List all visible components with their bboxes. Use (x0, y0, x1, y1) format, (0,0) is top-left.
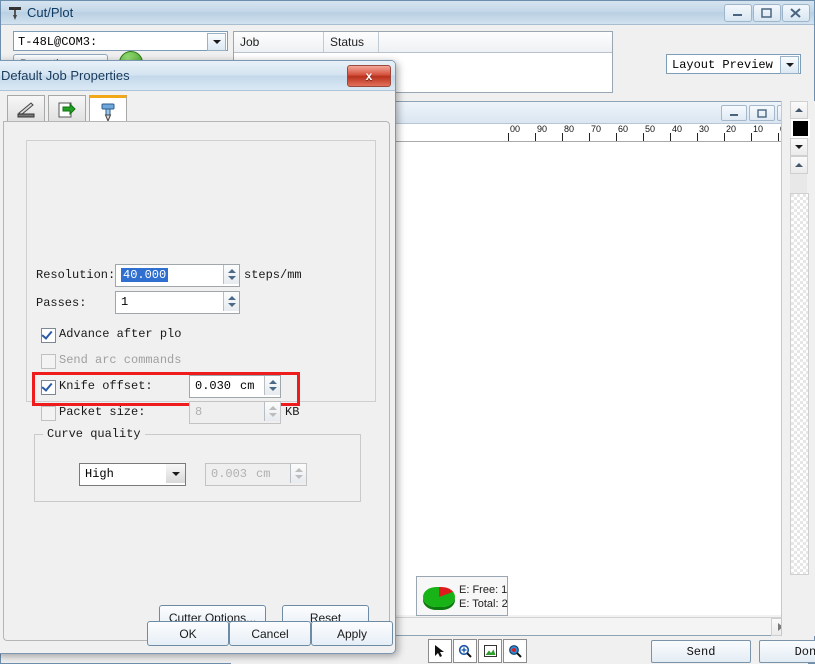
resolution-input[interactable]: 40.000 (115, 264, 240, 287)
memory-status-popup: E: Free: 1 E: Total: 2 (416, 576, 508, 616)
right-side-panel (781, 101, 815, 636)
apply-button[interactable]: Apply (311, 621, 393, 646)
chevron-down-icon[interactable] (166, 464, 185, 483)
right-scroll-up-arrow[interactable] (790, 101, 808, 119)
knife-offset-value: 0.030 (195, 379, 232, 393)
resolution-unit: steps/mm (244, 268, 302, 282)
color-swatch-black[interactable] (791, 119, 810, 138)
page-title: Cut/Plot (27, 5, 74, 20)
ruler-tick: 70 (589, 124, 601, 141)
zoom-target-icon[interactable] (503, 639, 527, 663)
minimize-button[interactable] (724, 4, 752, 22)
ruler-tick: 30 (697, 124, 709, 141)
main-title-bar: Cut/Plot (1, 1, 814, 25)
knife-offset-label: Knife offset: (59, 379, 153, 393)
packet-size-checkbox[interactable] (41, 406, 56, 421)
dialog-close-button[interactable]: x (347, 65, 391, 87)
curve-quality-combo[interactable]: High (79, 463, 186, 486)
transparency-checker-strip (790, 193, 809, 575)
memory-free-text: E: Free: 1 (459, 584, 508, 596)
packet-size-label: Packet size: (59, 405, 146, 419)
column-header-job[interactable]: Job (234, 32, 324, 52)
packet-size-value: 8 (195, 405, 203, 419)
ruler-tick: 00 (508, 124, 520, 141)
dialog-title: Default Job Properties (1, 68, 130, 83)
column-header-blank (379, 32, 612, 52)
tab-output[interactable] (48, 95, 86, 124)
dialog-title-bar[interactable]: Default Job Properties x (0, 61, 395, 91)
knife-offset-checkbox[interactable] (41, 380, 56, 395)
ruler-tick: 90 (535, 124, 547, 141)
ruler-tick: 50 (643, 124, 655, 141)
packet-size-stepper (264, 402, 280, 421)
cancel-button[interactable]: Cancel (229, 621, 311, 646)
packet-size-unit: KB (285, 405, 300, 419)
ok-button[interactable]: OK (147, 621, 229, 646)
pointer-arrow-icon[interactable] (428, 639, 452, 663)
curve-tolerance-input: 0.003 cm (205, 463, 307, 486)
zoom-in-icon[interactable] (453, 639, 477, 663)
right-scroll-up-arrow-2[interactable] (790, 156, 808, 174)
passes-value: 1 (121, 295, 129, 309)
packet-size-input: 8 (189, 401, 281, 424)
ruler-tick: 60 (616, 124, 628, 141)
cutter-head-icon (7, 5, 23, 21)
passes-input[interactable]: 1 (115, 291, 240, 314)
advance-after-plot-checkbox[interactable] (41, 328, 56, 343)
ruler-tick: 10 (751, 124, 763, 141)
chevron-down-icon[interactable] (780, 56, 799, 74)
dialog-footer: OK Cancel Apply (0, 609, 395, 653)
passes-label: Passes: (36, 296, 87, 310)
ruler-tick: 20 (724, 124, 736, 141)
knife-offset-unit: cm (240, 379, 255, 393)
right-scroll-down-arrow[interactable] (790, 138, 808, 156)
close-button[interactable] (782, 4, 810, 22)
preview-minimize-button[interactable] (721, 105, 747, 121)
send-arc-commands-label: Send arc commands (59, 353, 182, 367)
job-list-header: Job Status (234, 32, 612, 53)
curve-tolerance-stepper (290, 464, 306, 483)
resolution-value: 40.000 (121, 268, 169, 282)
device-port-combo[interactable]: T-48L@COM3: (13, 31, 228, 51)
image-preview-icon[interactable] (478, 639, 502, 663)
layout-preview-value: Layout Preview (672, 58, 773, 72)
resolution-label: Resolution: (36, 268, 116, 282)
send-arc-commands-checkbox (41, 354, 56, 369)
curve-quality-value: High (85, 467, 114, 481)
memory-total-text: E: Total: 2 (459, 598, 508, 610)
curve-quality-group: Curve quality High 0.003 cm (34, 427, 361, 502)
layout-preview-combo[interactable]: Layout Preview (666, 54, 801, 74)
tab-material[interactable] (7, 95, 45, 124)
ruler-tick: 80 (562, 124, 574, 141)
resolution-stepper[interactable] (223, 265, 239, 284)
curve-tolerance-unit: cm (256, 467, 271, 481)
maximize-button[interactable] (753, 4, 781, 22)
dialog-tab-strip (3, 95, 388, 126)
memory-pie-chart-icon (423, 587, 455, 607)
advance-after-plot-label: Advance after plo (59, 327, 182, 341)
knife-offset-input[interactable]: 0.030 cm (189, 375, 281, 398)
ruler-tick: 40 (670, 124, 682, 141)
curve-tolerance-value: 0.003 (211, 467, 248, 481)
preview-maximize-button[interactable] (749, 105, 775, 121)
passes-stepper[interactable] (223, 292, 239, 311)
done-button[interactable]: Done (759, 640, 815, 663)
send-button[interactable]: Send (651, 640, 751, 663)
chevron-down-icon[interactable] (207, 33, 226, 51)
dialog-content-panel: Resolution: 40.000 steps/mm Passes: 1 Ad… (3, 121, 390, 641)
device-port-value: T-48L@COM3: (18, 35, 98, 49)
knife-offset-stepper[interactable] (264, 376, 280, 395)
column-header-status[interactable]: Status (324, 32, 379, 52)
curve-quality-legend: Curve quality (43, 427, 145, 441)
default-job-properties-dialog: Default Job Properties x Resolution: 40.… (0, 60, 396, 654)
